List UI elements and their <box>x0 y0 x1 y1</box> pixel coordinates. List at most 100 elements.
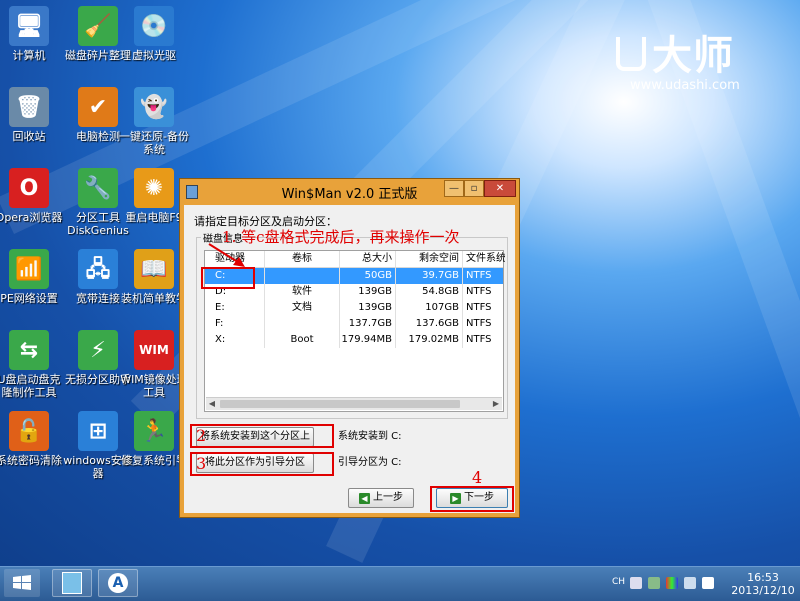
scroll-thumb[interactable] <box>220 400 460 408</box>
table-cell: 39.7GB <box>396 268 463 284</box>
table-cell: NTFS <box>466 318 492 329</box>
table-cell: 179.02MB <box>396 332 463 348</box>
u-logo-icon <box>616 37 646 71</box>
app-icon: ✔ <box>78 87 118 127</box>
volume-icon[interactable] <box>702 577 714 589</box>
desktop-icon[interactable]: O Opera浏览器 <box>0 168 64 224</box>
winsman-app-icon: A <box>108 573 128 593</box>
app-icon: 📶 <box>9 249 49 289</box>
annotation-step4: 4 <box>472 468 483 487</box>
app-icon: 📖 <box>134 249 174 289</box>
color-tray-icon[interactable] <box>666 577 678 589</box>
app-icon: 💿 <box>134 6 174 46</box>
table-cell: 107GB <box>396 300 463 316</box>
annotation-step1: 1. 等c盘格式完成后，再来操作一次 <box>222 228 460 246</box>
app-icon: ⇆ <box>9 330 49 370</box>
annotation-box-boot <box>190 452 334 476</box>
system-tray: CH 16:53 2013/12/10 <box>592 567 800 601</box>
annotation-box-install <box>190 424 334 448</box>
table-cell: E: <box>205 300 265 316</box>
desktop-icon-label: 计算机 <box>12 49 46 62</box>
app-icon: 🖧 <box>78 249 118 289</box>
app-icon: 🗑 <box>9 87 49 127</box>
column-header[interactable]: 总大小 <box>340 251 396 267</box>
app-icon: 🧹 <box>78 6 118 46</box>
minimize-button[interactable]: — <box>444 180 464 197</box>
annotation-box-c-drive <box>201 267 255 289</box>
table-row[interactable]: E: 文档 139GB 107GB NTFS <box>205 300 503 316</box>
table-cell: NTFS <box>466 302 492 313</box>
taskbar-app-explorer[interactable] <box>52 569 92 597</box>
app-icon: 🖥 <box>9 6 49 46</box>
desktop-icon[interactable]: 💿 虚拟光驱 <box>119 6 189 62</box>
desktop-icon-label: 系统密码清除 <box>0 454 62 467</box>
desktop-icon[interactable]: 🗑 回收站 <box>0 87 64 143</box>
column-header[interactable]: 剩余空间 <box>396 251 463 267</box>
desktop-icon[interactable]: 🔓 系统密码清除 <box>0 411 64 467</box>
column-header[interactable]: 卷标 <box>265 251 340 267</box>
tray-clock[interactable]: 16:53 2013/12/10 <box>728 571 798 597</box>
app-icon: 🏃 <box>134 411 174 451</box>
table-row[interactable]: X: Boot 179.94MB 179.02MB NTFS <box>205 332 503 348</box>
app-icon: 👻 <box>134 87 174 127</box>
app-icon: 🔓 <box>9 411 49 451</box>
network-icon[interactable] <box>684 577 696 589</box>
desktop: 大师 www.udashi.com 🖥 计算机 🧹 磁盘碎片整理 💿 虚拟光驱 🗑 回收站 ✔ 电… <box>0 0 800 566</box>
table-cell: NTFS <box>466 334 492 345</box>
column-header[interactable]: 文件系统 <box>463 251 505 267</box>
annotation-box-next <box>430 486 514 512</box>
prev-button[interactable]: ◀ 上一步 <box>348 488 414 508</box>
udashi-brand: 大师 www.udashi.com <box>616 34 740 93</box>
scroll-left-icon[interactable]: ◀ <box>206 398 218 410</box>
desktop-icon-label: 虚拟光驱 <box>132 49 176 62</box>
table-cell: 179.94MB <box>340 332 396 348</box>
install-status: 系统安装到 C: <box>338 431 402 442</box>
windows-start-icon[interactable] <box>4 569 40 597</box>
taskbar-app-winsman[interactable]: A <box>98 569 138 597</box>
table-cell: 139GB <box>340 300 396 316</box>
window-titlebar[interactable]: Win$Man v2.0 正式版 — ▫ ✕ <box>180 179 519 203</box>
close-button[interactable]: ✕ <box>484 180 516 197</box>
desktop-icon[interactable]: 📶 PE网络设置 <box>0 249 64 305</box>
app-icon: ⊞ <box>78 411 118 451</box>
table-cell: 文档 <box>265 300 340 316</box>
desktop-icon-label: U盘启动盘克隆制作工具 <box>0 373 61 399</box>
desktop-icon[interactable]: ⇆ U盘启动盘克隆制作工具 <box>0 330 64 399</box>
scroll-right-icon[interactable]: ▶ <box>490 398 502 410</box>
app-icon: O <box>9 168 49 208</box>
desktop-icon-label: Opera浏览器 <box>0 211 63 224</box>
desktop-icon[interactable]: 🖥 计算机 <box>0 6 64 62</box>
table-cell: X: <box>205 332 265 348</box>
brand-logo: 大师 <box>616 34 740 78</box>
table-cell: 139GB <box>340 284 396 300</box>
folder-icon <box>62 572 82 594</box>
app-icon: WIM <box>134 330 174 370</box>
clock-date: 2013/12/10 <box>731 584 795 597</box>
clock-time: 16:53 <box>747 571 779 584</box>
table-cell: 50GB <box>340 268 396 284</box>
annotation-arrow-icon <box>208 243 245 267</box>
horizontal-scrollbar[interactable]: ◀ ▶ <box>206 397 502 410</box>
table-cell: 137.7GB <box>340 316 396 332</box>
tray-app-icon[interactable] <box>648 577 660 589</box>
keyboard-icon[interactable] <box>630 577 642 589</box>
app-icon: ✺ <box>134 168 174 208</box>
table-cell: 软件 <box>265 284 340 300</box>
desktop-icon-label: 一键还原-备份系统 <box>119 130 189 156</box>
maximize-button[interactable]: ▫ <box>464 180 484 197</box>
app-icon: ⚡ <box>78 330 118 370</box>
desktop-icon[interactable]: 👻 一键还原-备份系统 <box>119 87 189 156</box>
table-cell <box>265 268 340 284</box>
table-row[interactable]: F: 137.7GB 137.6GB NTFS <box>205 316 503 332</box>
desktop-icon-label: PE网络设置 <box>0 292 58 305</box>
desktop-icon-label: 回收站 <box>12 130 46 143</box>
table-cell <box>265 316 340 332</box>
table-cell: NTFS <box>466 286 492 297</box>
table-cell: Boot <box>265 332 340 348</box>
table-cell: 54.8GB <box>396 284 463 300</box>
keyboard-indicator[interactable]: CH <box>612 577 625 587</box>
table-cell: F: <box>205 316 265 332</box>
boot-status: 引导分区为 C: <box>338 457 402 468</box>
table-cell: 137.6GB <box>396 316 463 332</box>
brand-url: www.udashi.com <box>630 78 740 93</box>
